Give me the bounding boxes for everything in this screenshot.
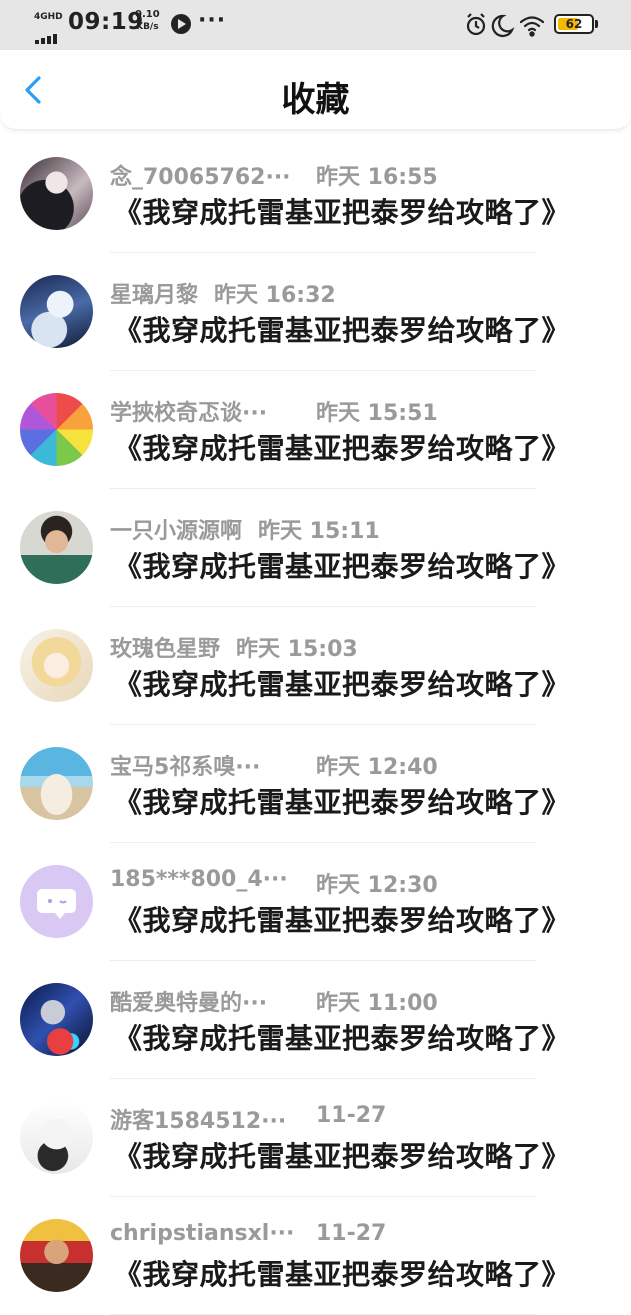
work-title[interactable]: 《我穿成托雷基亚把泰罗给攻略了》 [114,1135,570,1175]
speed-value: 0.10 [135,9,160,20]
timestamp: 昨天 15:11 [258,519,380,544]
moon-icon [491,14,515,38]
timestamp: 昨天 16:32 [214,283,336,308]
page-title: 收藏 [281,80,350,120]
username[interactable]: 185***800_4··· [110,867,288,892]
list-item[interactable]: 一只小源源啊 昨天 15:11 《我穿成托雷基亚把泰罗给攻略了》 [0,489,631,607]
username[interactable]: chripstiansxl··· [110,1221,294,1246]
work-title[interactable]: 《我穿成托雷基亚把泰罗给攻略了》 [114,899,570,939]
network-speed: 0.10 KB/s [135,9,160,33]
item-meta: 一只小源源啊 昨天 15:11 [110,513,380,545]
media-play-icon [171,14,191,34]
list-item[interactable]: 酷爱奥特曼的··· 昨天 11:00 《我穿成托雷基亚把泰罗给攻略了》 [0,961,631,1079]
work-title[interactable]: 《我穿成托雷基亚把泰罗给攻略了》 [114,427,570,467]
status-bar: 4GHD 09:19 0.10 KB/s ··· 62 [0,0,631,50]
work-title[interactable]: 《我穿成托雷基亚把泰罗给攻略了》 [114,663,570,703]
timestamp: 11-27 [316,1221,387,1246]
username[interactable]: 玫瑰色星野 [110,631,220,663]
avatar[interactable] [20,983,93,1056]
alarm-icon [466,13,486,36]
item-meta: chripstiansxl··· 11-27 [110,1221,386,1251]
username[interactable]: 酷爱奥特曼的··· [110,985,267,1017]
status-time: 09:19 [68,9,144,35]
username[interactable]: 念_70065762··· [110,159,291,191]
item-meta: 酷爱奥特曼的··· 昨天 11:00 [110,985,438,1017]
timestamp: 11-27 [316,1103,387,1128]
nav-header: 收藏 [0,50,631,130]
list-item[interactable]: 玫瑰色星野 昨天 15:03 《我穿成托雷基亚把泰罗给攻略了》 [0,607,631,725]
status-icons [465,12,545,38]
battery-icon: 62 [554,14,598,34]
avatar[interactable] [20,865,93,938]
wifi-icon [519,16,545,37]
item-meta: 念_70065762··· 昨天 16:55 [110,159,438,191]
list-item[interactable]: chripstiansxl··· 11-27 《我穿成托雷基亚把泰罗给攻略了》 [0,1197,631,1315]
work-title[interactable]: 《我穿成托雷基亚把泰罗给攻略了》 [114,191,570,231]
signal-icon: 4GHD [34,12,63,44]
timestamp: 昨天 15:03 [236,637,358,662]
chat-bubble-icon [37,889,76,919]
avatar[interactable] [20,629,93,702]
timestamp: 昨天 16:55 [316,165,438,190]
avatar[interactable] [20,747,93,820]
username[interactable]: 一只小源源啊 [110,513,242,545]
timestamp: 昨天 12:30 [316,873,438,898]
work-title[interactable]: 《我穿成托雷基亚把泰罗给攻略了》 [114,545,570,585]
work-title[interactable]: 《我穿成托雷基亚把泰罗给攻略了》 [114,1253,570,1293]
item-meta: 宝马5祁系嗅··· 昨天 12:40 [110,749,438,781]
network-type: 4GHD [34,12,63,22]
favorites-list: 念_70065762··· 昨天 16:55 《我穿成托雷基亚把泰罗给攻略了》 星璃月… [0,135,631,1315]
work-title[interactable]: 《我穿成托雷基亚把泰罗给攻略了》 [114,1017,570,1057]
username[interactable]: 星璃月黎 [110,277,198,309]
avatar[interactable] [20,511,93,584]
avatar[interactable] [20,275,93,348]
list-item[interactable]: 185***800_4··· 昨天 12:30 《我穿成托雷基亚把泰罗给攻略了》 [0,843,631,961]
list-item[interactable]: 星璃月黎 昨天 16:32 《我穿成托雷基亚把泰罗给攻略了》 [0,253,631,371]
battery-percent: 62 [565,17,583,31]
work-title[interactable]: 《我穿成托雷基亚把泰罗给攻略了》 [114,781,570,821]
item-meta: 星璃月黎 昨天 16:32 [110,277,336,309]
list-item[interactable]: 学挾校奇忑谈··· 昨天 15:51 《我穿成托雷基亚把泰罗给攻略了》 [0,371,631,489]
item-meta: 学挾校奇忑谈··· 昨天 15:51 [110,395,438,427]
avatar[interactable] [20,393,93,466]
item-meta: 游客1584512··· 11-27 [110,1103,386,1135]
speed-unit: KB/s [136,22,159,32]
item-meta: 玫瑰色星野 昨天 15:03 [110,631,358,663]
item-meta: 185***800_4··· 昨天 12:30 [110,867,438,898]
timestamp: 昨天 12:40 [316,755,438,780]
username[interactable]: 宝马5祁系嗅··· [110,749,260,781]
list-item[interactable]: 宝马5祁系嗅··· 昨天 12:40 《我穿成托雷基亚把泰罗给攻略了》 [0,725,631,843]
timestamp: 昨天 15:51 [316,401,438,426]
avatar[interactable] [20,1101,93,1174]
avatar[interactable] [20,157,93,230]
list-item[interactable]: 念_70065762··· 昨天 16:55 《我穿成托雷基亚把泰罗给攻略了》 [0,135,631,253]
list-item[interactable]: 游客1584512··· 11-27 《我穿成托雷基亚把泰罗给攻略了》 [0,1079,631,1197]
username[interactable]: 学挾校奇忑谈··· [110,395,267,427]
more-notifications: ··· [198,8,227,33]
timestamp: 昨天 11:00 [316,991,438,1016]
work-title[interactable]: 《我穿成托雷基亚把泰罗给攻略了》 [114,309,570,349]
avatar[interactable] [20,1219,93,1292]
username[interactable]: 游客1584512··· [110,1103,286,1135]
